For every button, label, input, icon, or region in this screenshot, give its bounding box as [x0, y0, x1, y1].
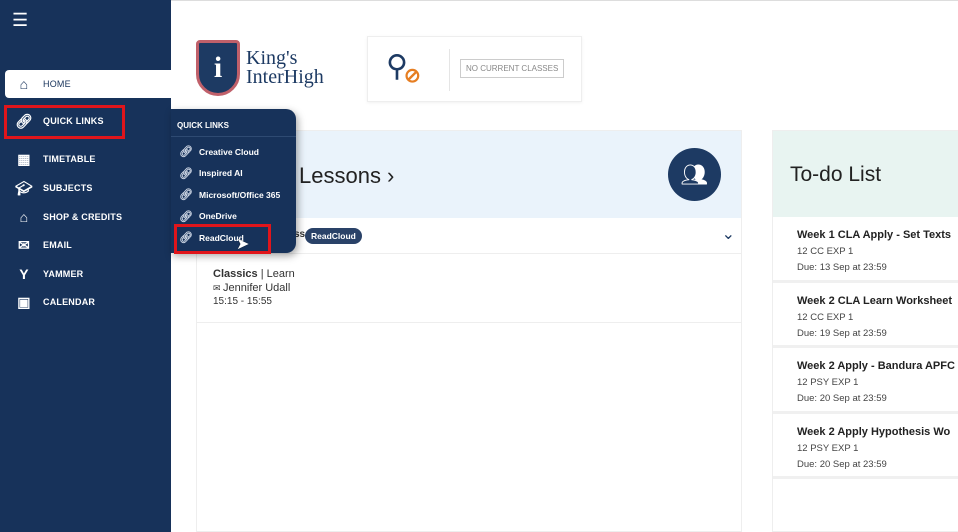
todo-item[interactable]: Week 2 CLA Learn Worksheet 12 CC EXP 1 Due…	[773, 283, 958, 348]
sidebar-item-label: EMAIL	[43, 240, 72, 250]
task-title: Week 2 CLA Learn Worksheet	[797, 294, 953, 307]
link-label: Creative Cloud	[199, 146, 259, 157]
lesson-time: 15:15 - 15:55	[213, 296, 272, 307]
sidebar-item-home[interactable]: ⌂ HOME	[5, 70, 171, 98]
sidebar-item-subjects[interactable]: 🎓︎ SUBJECTS	[5, 174, 171, 202]
envelope-icon: ✉	[18, 236, 30, 253]
shield-logo-icon: i	[196, 40, 240, 96]
sidebar-item-label: CALENDAR	[43, 297, 96, 307]
sidebar-item-timetable[interactable]: ▦ TIMETABLE	[5, 145, 171, 173]
task-due: Due: 19 Sep at 23:59	[797, 327, 887, 339]
link-label: Microsoft/Office 365	[199, 189, 281, 200]
sidebar-item-label: TIMETABLE	[43, 154, 96, 164]
task-due: Due: 20 Sep at 23:59	[797, 458, 887, 470]
hamburger-menu-icon[interactable]: ☰	[12, 10, 28, 31]
task-group: 12 CC EXP 1	[797, 246, 854, 257]
home-icon: ⌂	[19, 76, 29, 92]
chevron-down-icon[interactable]: ⌄	[722, 224, 735, 244]
link-icon: 🔗︎	[179, 167, 193, 180]
lesson-item[interactable]: Classics | Learn ✉ Jennifer Udall 15:15 …	[197, 254, 741, 323]
lesson-subject: Classics	[213, 268, 258, 280]
readcloud-badge: ReadCloud	[305, 228, 362, 244]
current-classes-card: ⚲ ⊘ NO CURRENT CLASSES	[367, 36, 582, 102]
link-icon: 🔗︎	[179, 189, 193, 202]
quick-link-microsoft-office-365[interactable]: 🔗︎ Microsoft/Office 365	[171, 184, 296, 206]
task-group: 12 PSY EXP 1	[797, 377, 859, 388]
divider	[449, 49, 450, 91]
yammer-icon: Y	[19, 266, 29, 282]
top-border	[171, 0, 958, 1]
task-due: Due: 20 Sep at 23:59	[797, 393, 887, 404]
lesson-teacher: Jennifer Udall	[223, 282, 291, 294]
graduation-cap-icon: 🎓︎	[15, 179, 33, 196]
mouse-cursor-icon: ➤	[236, 236, 250, 253]
task-title: Week 2 Apply Hypothesis Wo	[797, 425, 951, 438]
logo-text-line2: InterHigh	[246, 66, 324, 88]
sidebar: ☰ ⌂ HOME 🔗︎ QUICK LINKS ▦ TIMETABLE 🎓︎ SUBJE…	[0, 0, 171, 532]
task-group: 12 PSY EXP 1	[797, 442, 859, 454]
task-due: Due: 13 Sep at 23:59	[797, 262, 887, 273]
envelope-icon: ✉	[213, 283, 224, 293]
link-label: Inspired AI	[199, 168, 243, 179]
highlight-box-readcloud	[174, 224, 271, 254]
sidebar-item-yammer[interactable]: Y YAMMER	[5, 260, 171, 288]
kings-interhigh-logo: i King's InterHigh	[196, 40, 324, 96]
sidebar-item-email[interactable]: ✉ EMAIL	[5, 231, 171, 259]
sidebar-item-label: YAMMER	[43, 269, 84, 279]
quick-link-inspired-ai[interactable]: 🔗︎ Inspired AI	[171, 163, 296, 185]
sidebar-item-label: SUBJECTS	[43, 183, 93, 193]
todo-item[interactable]: Week 2 Apply - Bandura APFC 12 PSY EXP 1 D…	[773, 348, 958, 414]
link-label: OneDrive	[199, 211, 237, 222]
sidebar-item-label: SHOP & CREDITS	[43, 212, 123, 222]
no-class-icon: ⚲ ⊘	[386, 50, 421, 87]
task-title: Week 2 Apply - Bandura APFC	[797, 360, 955, 372]
todo-item[interactable]: Week 2 Apply Hypothesis Wo 12 PSY EXP 1 Du…	[773, 414, 958, 479]
sidebar-item-calendar[interactable]: ▣ CALENDAR	[5, 288, 171, 316]
sidebar-item-label: HOME	[43, 79, 71, 89]
link-icon: 🔗︎	[179, 146, 193, 159]
flyout-title: QUICK LINKS	[171, 109, 296, 137]
task-group: 12 CC EXP 1	[797, 311, 854, 323]
quick-link-creative-cloud[interactable]: 🔗︎ Creative Cloud	[171, 141, 296, 163]
todo-title: To-do List	[790, 163, 882, 186]
no-current-classes-badge: NO CURRENT CLASSES	[460, 59, 565, 78]
link-icon: 🔗︎	[179, 210, 193, 223]
group-icon: 👥︎	[668, 148, 721, 201]
timetable-icon: ▦	[17, 150, 31, 167]
lessons-title-link[interactable]: Lessons ›	[299, 163, 394, 189]
sidebar-item-shop-credits[interactable]: ⌂ SHOP & CREDITS	[5, 203, 171, 231]
basket-icon: ⌂	[19, 209, 29, 225]
todo-item[interactable]: Week 1 CLA Apply - Set Texts 12 CC EXP 1 D…	[773, 217, 958, 283]
lesson-type: Learn	[266, 268, 295, 280]
calendar-icon: ▣	[17, 293, 31, 310]
task-title: Week 1 CLA Apply - Set Texts	[797, 229, 952, 241]
todo-panel: To-do List Week 1 CLA Apply - Set Texts 1…	[772, 130, 958, 532]
highlight-box-quick-links	[4, 105, 125, 139]
